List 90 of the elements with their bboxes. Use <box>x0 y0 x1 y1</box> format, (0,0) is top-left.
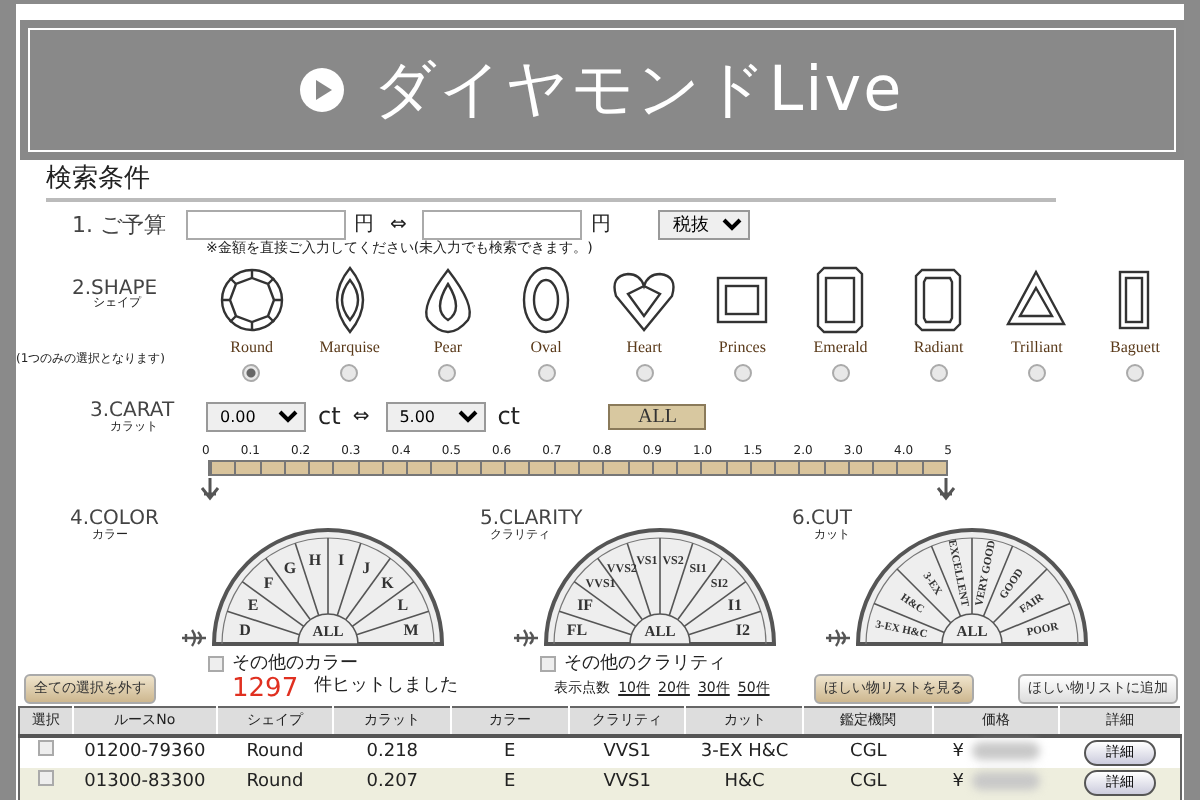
table-cell: 01200-79360 <box>84 741 206 761</box>
shape-name: Trilliant <box>1010 338 1063 358</box>
clarity-label: 5.CLARITY <box>480 508 585 530</box>
shape-radio[interactable] <box>1125 364 1144 382</box>
clarity-selector[interactable] <box>544 528 776 646</box>
grade-option[interactable]: I <box>338 550 345 569</box>
range-separator: ⇔ <box>352 403 370 431</box>
table-cell: E <box>504 772 516 792</box>
other-label: その他のクラリティ <box>564 654 726 674</box>
row-checkbox[interactable] <box>38 770 55 786</box>
table-cell: CGL <box>850 772 887 792</box>
grade-option[interactable]: L <box>397 595 409 614</box>
grade-option[interactable]: FL <box>566 620 588 639</box>
table-cell: 01300-83300 <box>84 772 206 792</box>
shape-radio[interactable] <box>438 364 457 382</box>
color-label: 4.COLOR <box>70 508 161 530</box>
table-cell: VVS1 <box>603 741 651 761</box>
banner-title: ダイヤモンドLive <box>372 51 904 130</box>
play-icon <box>300 68 345 112</box>
fleur-icon <box>824 628 852 648</box>
table-cell: E <box>504 741 516 761</box>
table-cell: 3-EX H&C <box>700 741 789 761</box>
row-checkbox[interactable] <box>38 739 55 755</box>
grade-option[interactable]: M <box>403 620 419 639</box>
shape-name: Pear <box>433 338 463 358</box>
price-min-field[interactable] <box>186 210 346 240</box>
budget-label: 1. ご予算 <box>70 214 168 236</box>
unit-label: ct <box>495 400 523 434</box>
carat-label: 3.CARAT <box>90 399 177 421</box>
tax-select[interactable]: 税抜 <box>658 210 751 240</box>
shape-name: Round <box>230 338 273 358</box>
other-checkbox[interactable] <box>208 656 224 672</box>
range-separator: ⇔ <box>390 212 407 240</box>
price-cell: ¥ <box>952 772 965 792</box>
shape-name: Heart <box>626 338 662 358</box>
shape-name: Princes <box>718 338 766 358</box>
grade-option[interactable]: E <box>247 595 259 614</box>
shape-radio[interactable] <box>242 364 261 382</box>
table-cell: H&C <box>724 772 765 792</box>
unit-label: ct <box>316 400 343 434</box>
grade-option[interactable]: H <box>308 550 322 569</box>
slider-handle[interactable] <box>936 478 956 502</box>
grade-option[interactable]: G <box>283 558 297 577</box>
cut-label: 6.CUT <box>792 508 854 530</box>
grade-option[interactable]: J <box>362 558 371 577</box>
live-banner[interactable]: ダイヤモンドLive <box>20 20 1184 160</box>
grade-option[interactable]: F <box>263 574 274 593</box>
shape-radio[interactable] <box>831 364 850 382</box>
price-max-field[interactable] <box>422 210 583 240</box>
table-cell: CGL <box>850 741 887 761</box>
blurred-price <box>972 772 1041 791</box>
fleur-icon <box>512 628 540 648</box>
color-selector[interactable] <box>212 528 444 646</box>
shape-radio[interactable] <box>537 364 556 382</box>
shape-radio[interactable] <box>340 364 359 382</box>
hit-text: 件ヒットしました <box>314 674 459 701</box>
shape-name: Radiant <box>913 338 964 358</box>
table-cell: 0.207 <box>366 772 419 792</box>
shape-radio[interactable] <box>635 364 654 382</box>
all-button[interactable]: ALL <box>608 403 707 429</box>
table-cell: VVS1 <box>603 772 651 792</box>
shape-name: Marquise <box>319 338 380 358</box>
price-cell: ¥ <box>952 741 965 761</box>
grade-option[interactable]: IF <box>577 595 594 614</box>
shape-name: Baguett <box>1110 338 1160 358</box>
table-cell: Round <box>246 741 304 761</box>
other-checkbox[interactable] <box>540 656 556 672</box>
table-cell: 0.218 <box>366 741 419 761</box>
blurred-price <box>972 741 1041 760</box>
carat-select[interactable]: 0.00 <box>206 401 306 431</box>
shape-radio[interactable] <box>733 364 752 382</box>
slider-handle[interactable] <box>200 478 220 502</box>
other-label: その他のカラー <box>232 654 358 674</box>
shape-name: Emerald <box>813 338 868 358</box>
grade-option[interactable]: I1 <box>727 595 742 614</box>
shape-radio[interactable] <box>929 364 948 382</box>
carat-select[interactable]: 5.00 <box>385 401 486 431</box>
section-title: 検索条件 <box>46 164 1056 202</box>
round-cut-icon[interactable] <box>217 266 286 334</box>
hit-count: 1297 <box>232 675 299 701</box>
grade-option[interactable]: D <box>239 620 251 639</box>
unit-label: 円 <box>354 212 374 240</box>
grade-option[interactable]: I2 <box>735 620 751 639</box>
fleur-icon <box>180 628 208 648</box>
cut-selector[interactable] <box>856 528 1088 646</box>
unit-label: 円 <box>590 212 611 240</box>
shape-radio[interactable] <box>1027 364 1046 382</box>
shape-name: Oval <box>530 338 562 358</box>
table-cell: Round <box>246 772 304 792</box>
grade-option[interactable]: K <box>381 574 394 593</box>
